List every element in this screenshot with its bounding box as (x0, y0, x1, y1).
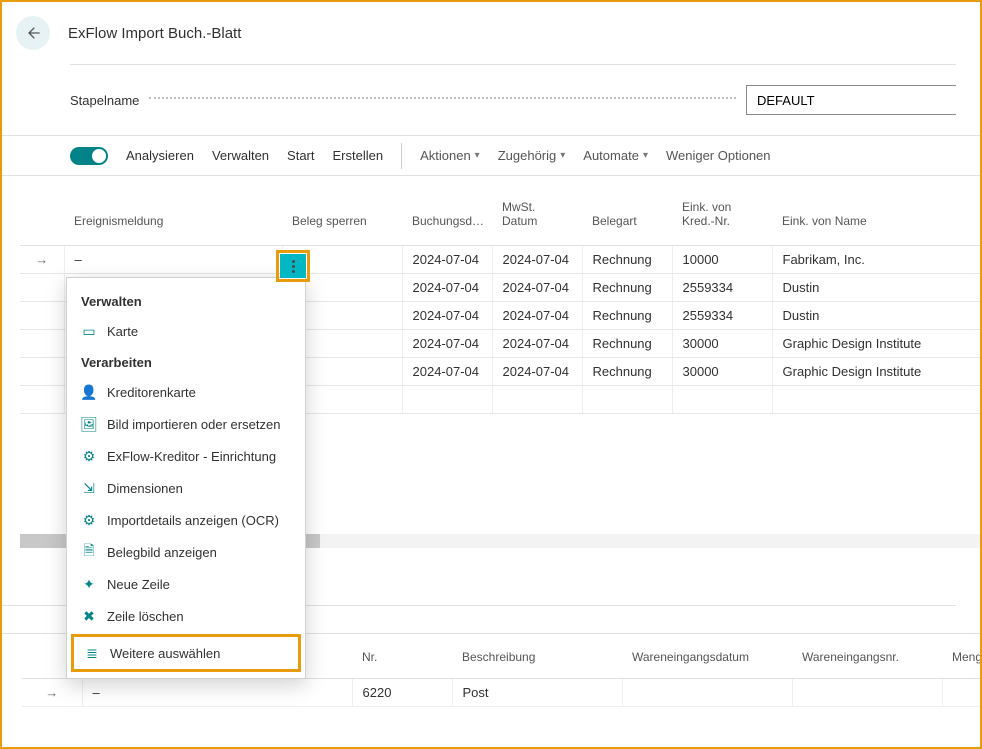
field-label-stapelname: Stapelname (70, 93, 139, 108)
cell-belegart[interactable]: Rechnung (582, 329, 672, 357)
chevron-down-icon: ▾ (560, 150, 565, 161)
ctx-item-belegbild[interactable]: 🗎 Belegbild anzeigen (67, 536, 305, 568)
person-icon: 👤 (81, 384, 97, 400)
document-icon: 🗎 (81, 544, 97, 560)
gears-icon: ⚙ (81, 448, 97, 464)
image-import-icon: 🖼 (81, 416, 97, 432)
highlight-box: ≣ Weitere auswählen (71, 634, 301, 672)
cell-belegart[interactable]: Rechnung (582, 245, 672, 273)
ctx-item-dimensionen[interactable]: ⇲ Dimensionen (67, 472, 305, 504)
toolbar-automate[interactable]: Automate▾ (583, 148, 648, 163)
cell-name[interactable]: Dustin (772, 273, 982, 301)
select-more-icon: ≣ (84, 645, 100, 661)
ctx-item-zeile-loeschen[interactable]: ✖ Zeile löschen (67, 600, 305, 632)
toolbar-zugehoerig[interactable]: Zugehörig▾ (498, 148, 566, 163)
toolbar-aktionen[interactable]: Aktionen▾ (420, 148, 480, 163)
back-button[interactable] (16, 16, 50, 50)
row-selector[interactable] (20, 273, 64, 301)
col-kred-nr[interactable]: Eink. von Kred.-Nr. (672, 194, 772, 245)
cell-we-nr[interactable] (792, 678, 942, 706)
toolbar-analysieren[interactable]: Analysieren (126, 142, 194, 169)
col-eink-name[interactable]: Eink. von Name (772, 194, 982, 245)
page-title: ExFlow Import Buch.-Blatt (68, 25, 241, 42)
delete-line-icon: ✖ (81, 608, 97, 624)
table-row[interactable]: →–2024-07-042024-07-04Rechnung10000Fabri… (20, 245, 982, 273)
cell-kred[interactable]: 10000 (672, 245, 772, 273)
cell-mwst[interactable]: 2024-07-04 (492, 301, 582, 329)
row-selector[interactable]: → (22, 678, 82, 706)
ctx-item-bild-importieren[interactable]: 🖼 Bild importieren oder ersetzen (67, 408, 305, 440)
vertical-dots-icon (292, 260, 295, 273)
row-selector[interactable] (20, 301, 64, 329)
col-beleg-sperren[interactable]: Beleg sperren (282, 194, 402, 245)
col-ereignismeldung[interactable]: Ereignismeldung (64, 194, 282, 245)
toolbar: Analysieren Verwalten Start Erstellen Ak… (2, 135, 980, 176)
col-buchungsdatum[interactable]: Buchungsd… (402, 194, 492, 245)
cell-mwst[interactable]: 2024-07-04 (492, 273, 582, 301)
new-line-icon: ✦ (81, 576, 97, 592)
chevron-down-icon: ▾ (475, 150, 480, 161)
cell-beschreibung[interactable]: Post (452, 678, 622, 706)
toolbar-start[interactable]: Start (287, 142, 314, 169)
row-selector[interactable] (20, 329, 64, 357)
cell-kred[interactable]: 2559334 (672, 273, 772, 301)
cell-kred[interactable]: 2559334 (672, 301, 772, 329)
cell-nr[interactable]: 6220 (352, 678, 452, 706)
line-col-nr[interactable]: Nr. (352, 644, 452, 679)
ctx-item-neue-zeile[interactable]: ✦ Neue Zeile (67, 568, 305, 600)
cell-ereignis[interactable]: – (64, 245, 282, 273)
ctx-group-verarbeiten: Verarbeiten (67, 347, 305, 376)
cell-belegart[interactable]: Rechnung (582, 301, 672, 329)
cell-buchdat[interactable]: 2024-07-04 (402, 273, 492, 301)
cell-buchdat[interactable]: 2024-07-04 (402, 357, 492, 385)
cell-buchdat[interactable]: 2024-07-04 (402, 329, 492, 357)
cell-name[interactable]: Graphic Design Institute (772, 357, 982, 385)
line-col-beschreibung[interactable]: Beschreibung (452, 644, 622, 679)
cell-menge[interactable]: 1 (942, 678, 982, 706)
line-col-we-datum[interactable]: Wareneingangsdatum (622, 644, 792, 679)
context-menu: Verwalten ▭ Karte Verarbeiten 👤 Kreditor… (66, 277, 306, 679)
field-dots (149, 97, 736, 99)
line-col-we-nr[interactable]: Wareneingangsnr. (792, 644, 942, 679)
row-more-button[interactable] (280, 254, 306, 278)
cell-name[interactable]: Graphic Design Institute (772, 329, 982, 357)
arrow-left-icon (25, 25, 41, 41)
cell-mwst[interactable]: 2024-07-04 (492, 329, 582, 357)
chevron-down-icon: ▾ (643, 150, 648, 161)
cell-belegart[interactable]: Rechnung (582, 273, 672, 301)
ctx-item-exflow-kreditor[interactable]: ⚙ ExFlow-Kreditor - Einrichtung (67, 440, 305, 472)
cell-we-datum[interactable] (622, 678, 792, 706)
cell-buchdat[interactable]: 2024-07-04 (402, 245, 492, 273)
ctx-item-kreditorenkarte[interactable]: 👤 Kreditorenkarte (67, 376, 305, 408)
cell-name[interactable]: Fabrikam, Inc. (772, 245, 982, 273)
cell-kred[interactable]: 30000 (672, 357, 772, 385)
toolbar-verwalten[interactable]: Verwalten (212, 142, 269, 169)
col-mwst-datum[interactable]: MwSt. Datum (492, 194, 582, 245)
table-row[interactable]: →–6220Post 1 (22, 678, 982, 706)
cell-kred[interactable]: 30000 (672, 329, 772, 357)
cell-buchdat[interactable]: 2024-07-04 (402, 301, 492, 329)
ctx-item-importdetails-ocr[interactable]: ⚙ Importdetails anzeigen (OCR) (67, 504, 305, 536)
toolbar-erstellen[interactable]: Erstellen (333, 142, 384, 169)
cell-name[interactable]: Dustin (772, 301, 982, 329)
gears-icon: ⚙ (81, 512, 97, 528)
analyse-toggle[interactable] (70, 147, 108, 165)
card-icon: ▭ (81, 323, 97, 339)
toolbar-separator (401, 143, 402, 169)
cell-mwst[interactable]: 2024-07-04 (492, 357, 582, 385)
col-belegart[interactable]: Belegart (582, 194, 672, 245)
row-selector[interactable] (20, 357, 64, 385)
ctx-item-karte[interactable]: ▭ Karte (67, 315, 305, 347)
row-selector[interactable]: → (20, 245, 64, 273)
ctx-item-weitere-auswaehlen[interactable]: ≣ Weitere auswählen (82, 641, 290, 665)
cell-belegart[interactable]: Rechnung (582, 357, 672, 385)
line-col-menge[interactable]: Menge (942, 644, 982, 679)
stapelname-input[interactable] (746, 85, 956, 115)
cell-placeholder[interactable]: – (82, 678, 352, 706)
cell-mwst[interactable]: 2024-07-04 (492, 245, 582, 273)
toolbar-weniger-optionen[interactable]: Weniger Optionen (666, 142, 771, 169)
ctx-group-verwalten: Verwalten (67, 286, 305, 315)
dimensions-icon: ⇲ (81, 480, 97, 496)
